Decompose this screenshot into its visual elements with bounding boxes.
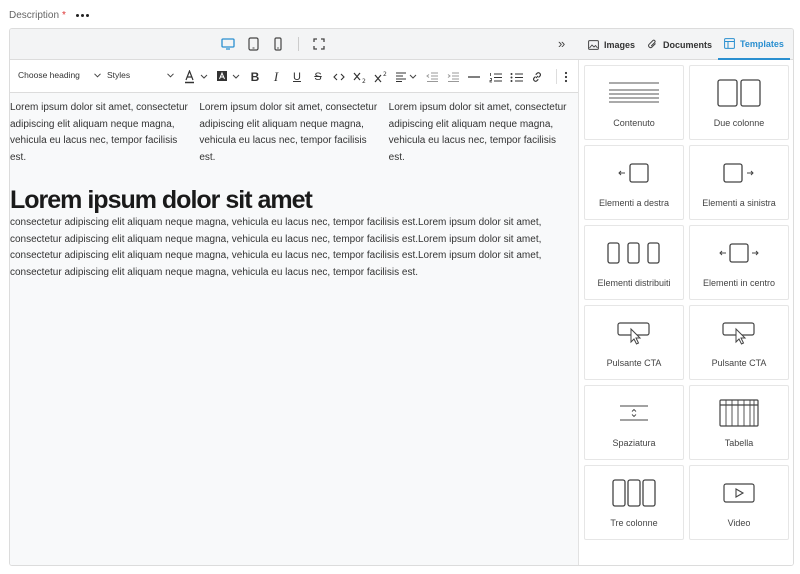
template-card-pulsante-cta[interactable]: Pulsante CTA xyxy=(584,305,684,380)
three-column-block: Lorem ipsum dolor sit amet, consectetur … xyxy=(10,93,578,166)
cta-button-icon xyxy=(617,316,651,350)
content-heading: Lorem ipsum dolor sit amet xyxy=(10,186,313,214)
template-icon xyxy=(724,38,735,49)
image-icon xyxy=(588,39,599,50)
more-tools-icon[interactable] xyxy=(558,69,574,85)
template-label: Elementi a destra xyxy=(598,198,670,208)
underline-icon[interactable]: U xyxy=(289,69,305,85)
chevron-down-icon xyxy=(167,70,175,80)
tab-documents[interactable]: Documents xyxy=(641,29,718,60)
align-icon[interactable] xyxy=(394,69,420,85)
indent-icon[interactable] xyxy=(445,69,461,85)
tab-images-label: Images xyxy=(604,39,636,50)
fullscreen-icon[interactable] xyxy=(311,36,327,52)
template-label: Elementi in centro xyxy=(702,278,776,288)
template-card-tre-colonne[interactable]: Tre colonne xyxy=(584,465,684,540)
code-icon[interactable] xyxy=(331,69,347,85)
mobile-view-icon[interactable] xyxy=(270,36,286,52)
elements-right-icon xyxy=(618,156,650,190)
editor-content[interactable]: Lorem ipsum dolor sit amet, consectetur … xyxy=(10,93,578,565)
column-text: Lorem ipsum dolor sit amet, consectetur … xyxy=(388,102,567,163)
superscript-icon[interactable]: 2 xyxy=(373,69,389,85)
svg-text:2: 2 xyxy=(383,71,387,78)
editor-topbar: » Images Documents Templates xyxy=(10,29,793,60)
editor-frame: » Images Documents Templates Choose head… xyxy=(9,28,794,566)
format-toolbar: Choose heading Styles B I U S 2 2 xyxy=(10,60,578,93)
svg-text:2: 2 xyxy=(362,78,366,84)
device-switcher xyxy=(220,36,327,52)
template-label: Elementi a sinistra xyxy=(702,198,776,208)
styles-select[interactable]: Styles xyxy=(107,70,175,80)
font-color-icon[interactable] xyxy=(183,69,211,85)
template-label: Elementi distribuiti xyxy=(597,278,671,288)
device-divider xyxy=(298,37,299,51)
field-label-row: Description * xyxy=(9,8,89,22)
tab-images[interactable]: Images xyxy=(582,29,641,60)
template-label: Pulsante CTA xyxy=(606,358,662,368)
template-label: Tre colonne xyxy=(610,518,658,528)
three-columns-icon xyxy=(612,476,656,510)
required-mark: * xyxy=(62,9,66,21)
template-card-pulsante-cta-2[interactable]: Pulsante CTA xyxy=(689,305,789,380)
tab-documents-label: Documents xyxy=(663,39,713,50)
subscript-icon[interactable]: 2 xyxy=(352,69,368,85)
video-icon xyxy=(723,476,755,510)
template-card-video[interactable]: Video xyxy=(689,465,789,540)
toolbar-divider xyxy=(556,69,557,84)
collapse-panel-button[interactable]: » xyxy=(558,36,565,52)
template-card-elementi-in-centro[interactable]: Elementi in centro xyxy=(689,225,789,300)
content-lines-icon xyxy=(608,76,660,110)
template-label: Video xyxy=(727,518,751,528)
template-card-elementi-distribuiti[interactable]: Elementi distribuiti xyxy=(584,225,684,300)
strikethrough-icon[interactable]: S xyxy=(310,69,326,85)
tablet-view-icon[interactable] xyxy=(245,36,261,52)
more-options-icon[interactable] xyxy=(75,13,89,17)
table-icon xyxy=(719,396,759,430)
template-card-elementi-a-sinistra[interactable]: Elementi a sinistra xyxy=(689,145,789,220)
template-card-tabella[interactable]: Tabella xyxy=(689,385,789,460)
elements-distributed-icon xyxy=(607,236,661,270)
link-icon[interactable] xyxy=(529,69,545,85)
chevron-down-icon xyxy=(94,70,101,80)
bullet-list-icon[interactable] xyxy=(508,69,524,85)
content-paragraph: consectetur adipiscing elit aliquam nequ… xyxy=(10,217,542,278)
horizontal-line-icon[interactable] xyxy=(466,69,482,85)
elements-center-icon xyxy=(719,236,759,270)
heading-select[interactable]: Choose heading xyxy=(18,70,101,80)
template-label: Pulsante CTA xyxy=(711,358,767,368)
template-label: Due colonne xyxy=(713,118,765,128)
cta-button-icon xyxy=(722,316,756,350)
template-card-elementi-a-destra[interactable]: Elementi a destra xyxy=(584,145,684,220)
highlight-color-icon[interactable] xyxy=(215,69,243,85)
two-columns-icon xyxy=(717,76,761,110)
italic-icon[interactable]: I xyxy=(268,69,284,85)
elements-left-icon xyxy=(723,156,755,190)
outdent-icon[interactable] xyxy=(424,69,440,85)
column-text: Lorem ipsum dolor sit amet, consectetur … xyxy=(199,102,378,163)
side-panel-tabs: Images Documents Templates xyxy=(582,29,790,60)
column-text: Lorem ipsum dolor sit amet, consectetur … xyxy=(10,102,188,163)
template-card-contenuto[interactable]: Contenuto xyxy=(584,65,684,140)
templates-panel: Contenuto Due colonne Elementi a destra … xyxy=(579,60,793,565)
template-card-spaziatura[interactable]: Spaziatura xyxy=(584,385,684,460)
desktop-view-icon[interactable] xyxy=(220,36,236,52)
template-label: Tabella xyxy=(724,438,754,448)
templates-grid: Contenuto Due colonne Elementi a destra … xyxy=(584,65,789,545)
template-label: Spaziatura xyxy=(612,438,656,448)
numbered-list-icon[interactable] xyxy=(487,69,503,85)
paperclip-icon xyxy=(647,39,658,50)
heading-select-value: Choose heading xyxy=(18,70,80,80)
tab-templates[interactable]: Templates xyxy=(718,29,790,60)
styles-select-value: Styles xyxy=(107,70,131,80)
template-label: Contenuto xyxy=(613,118,655,128)
bold-icon[interactable]: B xyxy=(247,69,263,85)
spacer-icon xyxy=(619,396,649,430)
template-card-due-colonne[interactable]: Due colonne xyxy=(689,65,789,140)
tab-templates-label: Templates xyxy=(740,38,784,49)
field-label: Description xyxy=(9,9,60,21)
